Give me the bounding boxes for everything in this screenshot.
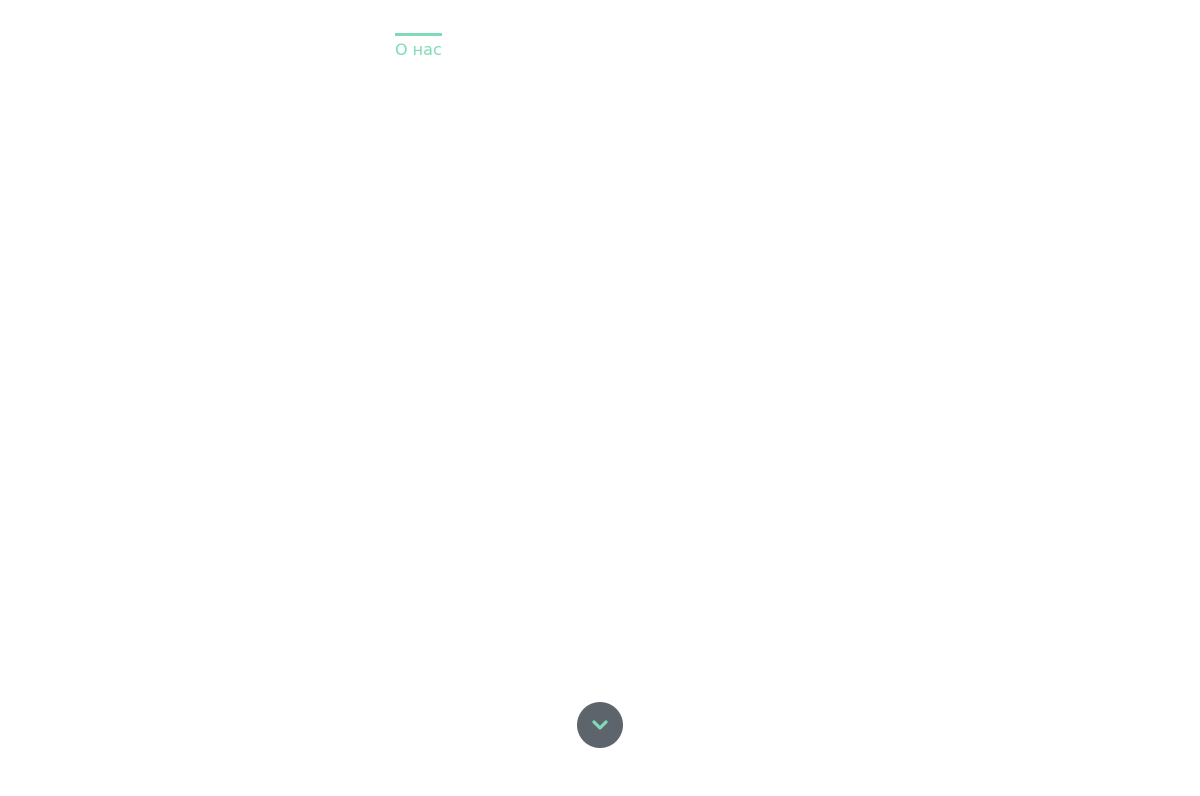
page: О нас bbox=[0, 0, 1200, 796]
chevron-down-icon bbox=[592, 720, 608, 730]
main-nav: О нас bbox=[395, 33, 442, 60]
nav-item-about[interactable]: О нас bbox=[395, 33, 442, 60]
active-indicator bbox=[395, 33, 442, 36]
nav-item-label: О нас bbox=[395, 40, 442, 59]
scroll-down-button[interactable] bbox=[577, 702, 623, 748]
